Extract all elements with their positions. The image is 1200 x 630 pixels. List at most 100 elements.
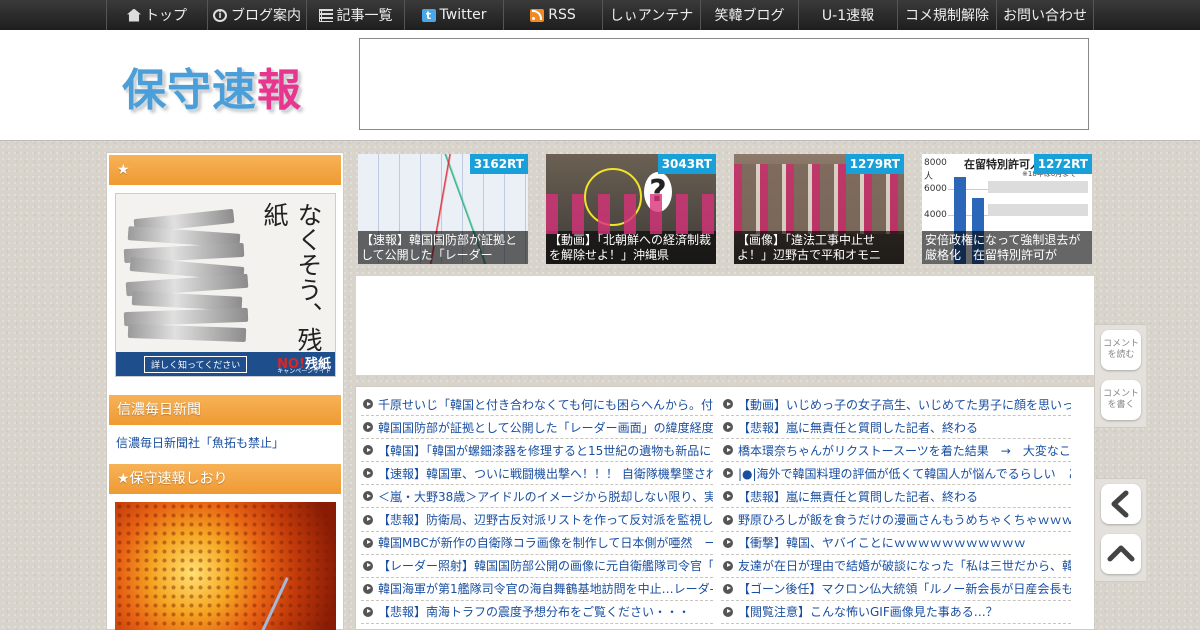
banner-headline: なくそう、残紙: [260, 202, 323, 352]
bullet-arrow-icon: [363, 537, 373, 548]
thumb-chart-band: [988, 204, 1088, 216]
zanshi-campaign-banner[interactable]: なくそう、残紙 詳しく知ってください NO!残紙 キャンペーンサイト: [115, 193, 336, 377]
bullet-arrow-icon: [363, 514, 373, 525]
site-logo[interactable]: 保守速報: [122, 54, 302, 118]
list-item[interactable]: 千原せいじ「韓国と付き合わなくても何にも困らへんから。付: [361, 393, 713, 417]
bullet-arrow-icon: [723, 399, 733, 410]
rt-count-badge: 1279RT: [845, 154, 904, 174]
bullet-arrow-icon: [723, 445, 733, 456]
bullet-arrow-icon: [363, 445, 373, 456]
sidebar-heading-bookmark: ★保守速報しおり: [109, 464, 341, 494]
thumb-caption: 【動画】「北朝鮮への経済制裁を解除せよ！」沖縄県: [546, 231, 716, 264]
bullet-arrow-icon: [723, 606, 733, 617]
read-comments-button[interactable]: コメント を読む: [1101, 330, 1141, 370]
comment-float-panel: コメント を読む コメント を書く: [1094, 324, 1146, 428]
list-item[interactable]: 【動画】いじめっ子の女子高生、いじめてた男子に顔を思いっ: [721, 393, 1071, 417]
bullet-arrow-icon: [723, 537, 733, 548]
thumb-article-4[interactable]: 在留特別許可人数 ※18年は6月まで 8000 人 6000 4000 1272…: [922, 154, 1092, 264]
bullet-arrow-icon: [723, 468, 733, 479]
chevron-left-icon: [1111, 490, 1129, 518]
list-item[interactable]: 【悲報】南海トラフの震度予想分布をご覧ください・・・: [361, 601, 713, 624]
list-item[interactable]: 【悲報】嵐に無責任と質問した記者、終わる: [721, 485, 1071, 509]
nav-item-top[interactable]: トップ: [106, 0, 207, 30]
list-item[interactable]: 【レーダー照射】韓国国防部公開の画像に元自衛艦隊司令官「: [361, 555, 713, 578]
bullet-arrow-icon: [363, 491, 373, 502]
thumb-chart-yunit: 人: [924, 172, 934, 182]
list-item[interactable]: 【韓国】「韓国が螺鈿漆器を修理すると15世紀の遺物も新品に: [361, 439, 713, 463]
top-navigation: トップ i ブログ案内 記事一覧 t Twitter RSS しぃアンテナ 笑韓ブロ…: [0, 0, 1200, 30]
banner-campaign-sub: キャンペーンサイト: [277, 368, 331, 375]
header-ad-slot[interactable]: [359, 38, 1089, 130]
bullet-arrow-icon: [363, 399, 373, 410]
back-button[interactable]: [1101, 484, 1141, 524]
nav-menu: トップ i ブログ案内 記事一覧 t Twitter RSS しぃアンテナ 笑韓ブロ…: [106, 0, 1094, 30]
rt-count-badge: 1272RT: [1033, 154, 1092, 174]
headline-list: 千原せいじ「韓国と付き合わなくても何にも困らへんから。付 韓国国防部が証拠として…: [355, 386, 1095, 630]
left-sidebar: ★ なくそう、残紙 詳しく知ってください NO!残紙 キャンペーンサイト 信濃毎…: [106, 152, 344, 630]
thumb-article-1[interactable]: 3162RT 【速報】韓国国防部が証拠として公開した「レーダー: [358, 154, 528, 264]
list-item[interactable]: 【衝撃】韓国、ヤバイことにｗｗｗｗｗｗｗｗｗｗｗ: [721, 532, 1071, 555]
bullet-arrow-icon: [363, 468, 373, 479]
list-item[interactable]: 韓国MBCが新作の自衛隊コラ画像を制作して日本側が唖然 ー: [361, 532, 713, 555]
info-icon: i: [213, 8, 227, 22]
nav-item-article-list[interactable]: 記事一覧: [306, 0, 404, 30]
nav-item-shokan-blog[interactable]: 笑韓ブログ: [700, 0, 798, 30]
list-item[interactable]: 【閲覧注意】こんな怖いGIF画像見た事ある…？: [721, 601, 1071, 624]
newspaper-stack-image: [123, 208, 252, 343]
thumb-article-2[interactable]: ? 3043RT 【動画】「北朝鮮への経済制裁を解除せよ！」沖縄県: [546, 154, 716, 264]
sidebar-link-shinano[interactable]: 信濃毎日新聞社「魚拓も禁止」: [116, 434, 284, 451]
list-item[interactable]: 【悲報】嵐に無責任と質問した記者、終わる: [721, 416, 1071, 440]
content-ad-slot[interactable]: [355, 275, 1095, 376]
list-item[interactable]: 韓国国防部が証拠として公開した「レーダー画面」の緯度経度: [361, 416, 713, 440]
nav-item-contact[interactable]: お問い合わせ: [996, 0, 1094, 30]
thumb-caption: 【速報】韓国国防部が証拠として公開した「レーダー: [358, 231, 528, 264]
list-item[interactable]: 【速報】韓国軍、ついに戦闘機出撃へ！！！ 自衛隊機撃墜され: [361, 462, 713, 486]
bullet-arrow-icon: [363, 422, 373, 433]
list-item[interactable]: 【悲報】防衛局、辺野古反対派リストを作って反対派を監視し: [361, 508, 713, 532]
sidebar-heading-star: ★: [109, 155, 341, 185]
bullet-arrow-icon: [363, 560, 373, 571]
list-item[interactable]: 【ゴーン後任】マクロン仏大統領「ルノー新会長が日産会長も: [721, 578, 1071, 601]
bullet-arrow-icon: [723, 514, 733, 525]
list-item[interactable]: 野原ひろしが飯を食うだけの漫画さんもうめちゃくちゃｗｗｗ: [721, 508, 1071, 532]
sidebar-heading-shinano: 信濃毎日新聞: [109, 395, 341, 425]
rt-count-badge: 3162RT: [469, 154, 528, 174]
list-icon: [318, 8, 333, 22]
list-item[interactable]: 友達が在日が理由で結婚が破談になった「私は三世だから、韓: [721, 555, 1071, 578]
page-nav-float-panel: [1094, 478, 1146, 582]
thumb-article-3[interactable]: 1279RT 【画像】「違法工事中止せよ！」辺野古で平和オモニ: [734, 154, 904, 264]
list-item[interactable]: |●|海外で韓国料理の評価が低くて韓国人が悩んでるらしい ど: [721, 462, 1071, 486]
scroll-top-button[interactable]: [1101, 534, 1141, 574]
nav-item-rss[interactable]: RSS: [503, 0, 602, 30]
bullet-arrow-icon: [723, 491, 733, 502]
thumb-caption: 安倍政権になって強制退去が厳格化 在留特別許可が: [922, 231, 1092, 264]
nav-item-antenna[interactable]: しぃアンテナ: [602, 0, 700, 30]
bullet-arrow-icon: [363, 606, 373, 617]
nav-item-blog-guide[interactable]: i ブログ案内: [207, 0, 306, 30]
nav-item-u1[interactable]: U-1速報: [798, 0, 897, 30]
list-item[interactable]: 橋本環奈ちゃんがリクストースーツを着た結果 → 大変なこ: [721, 439, 1071, 463]
question-mark-overlay: ?: [644, 172, 672, 212]
banner-learn-more: 詳しく知ってください: [144, 356, 248, 373]
bullet-arrow-icon: [723, 422, 733, 433]
nav-item-comment-unblock[interactable]: コメ規制解除: [897, 0, 996, 30]
headline-column-left: 千原せいじ「韓国と付き合わなくても何にも困らへんから。付 韓国国防部が証拠として…: [361, 393, 713, 624]
rt-count-badge: 3043RT: [657, 154, 716, 174]
bullet-arrow-icon: [723, 583, 733, 594]
list-item[interactable]: ＜嵐・大野38歳＞アイドルのイメージから脱却しない限り、実: [361, 485, 713, 509]
site-header: 保守速報: [0, 30, 1200, 141]
list-item[interactable]: 韓国海軍が第1艦隊司令官の海自舞鶴基地訪問を中止…レーダ-: [361, 578, 713, 601]
headline-column-right: 【動画】いじめっ子の女子高生、いじめてた男子に顔を思いっ 【悲報】嵐に無責任と質…: [721, 393, 1071, 624]
twitter-icon: t: [421, 8, 436, 22]
banner-footer: 詳しく知ってください NO!残紙 キャンペーンサイト: [116, 352, 335, 376]
bullet-arrow-icon: [363, 583, 373, 594]
thumb-chart-band: [988, 181, 1088, 193]
write-comment-button[interactable]: コメント を書く: [1101, 380, 1141, 420]
thumb-caption: 【画像】「違法工事中止せよ！」辺野古で平和オモニ: [734, 231, 904, 264]
bookmark-image[interactable]: [115, 502, 336, 630]
nav-item-twitter[interactable]: t Twitter: [404, 0, 503, 30]
chevron-up-icon: [1107, 545, 1135, 562]
home-icon: [127, 8, 141, 22]
rss-icon: [530, 8, 545, 22]
thumb-chart-ylabel: 4000: [924, 210, 947, 220]
